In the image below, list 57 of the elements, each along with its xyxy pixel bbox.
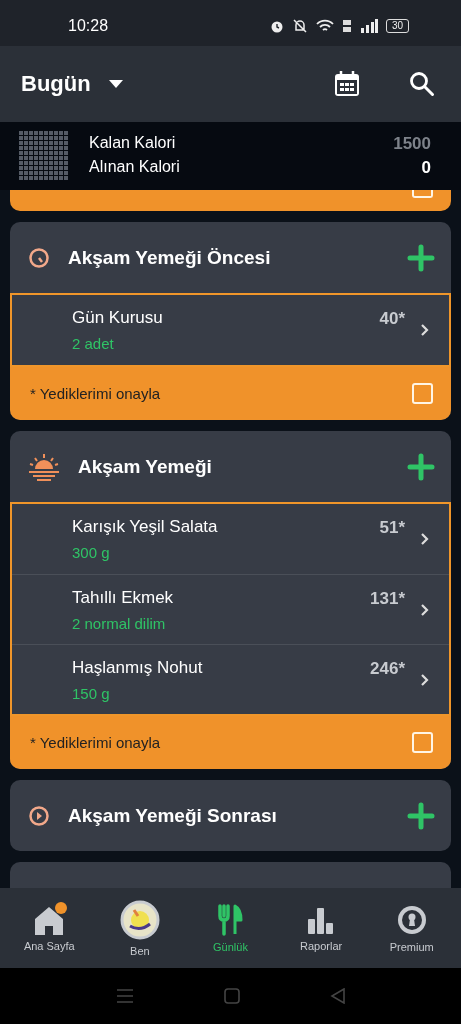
confirm-label: * Yediklerimi onayla xyxy=(30,734,162,751)
sunset-icon xyxy=(28,451,60,482)
wifi-icon xyxy=(315,19,334,33)
confirm-checkbox[interactable] xyxy=(412,732,433,753)
summary-label: Kalan Kalori xyxy=(89,134,176,153)
confirm-label: * Yediklerimi onayla xyxy=(30,385,162,402)
dropdown-caret-icon[interactable] xyxy=(108,80,123,88)
food-name: Haşlanmış Nohut xyxy=(72,657,204,678)
confirm-checkbox[interactable] xyxy=(412,190,433,198)
nav-tab[interactable]: Raporlar xyxy=(277,903,366,953)
add-icon[interactable] xyxy=(407,243,435,272)
nav-tab[interactable]: Premium xyxy=(367,902,456,954)
chevron-right-icon[interactable] xyxy=(419,672,429,687)
fork-knife-icon xyxy=(217,903,244,936)
summary-value: 0 xyxy=(421,158,431,178)
food-calories: 51* xyxy=(379,518,405,538)
summary-value: 1500 xyxy=(393,134,431,154)
food-row[interactable]: Tahıllı Ekmek 2 normal dilim 131* xyxy=(12,574,449,644)
food-row[interactable]: Gün Kurusu 2 adet 40* xyxy=(12,295,449,365)
summary-label: Alınan Kalori xyxy=(89,158,180,177)
nav-tab[interactable]: Ben xyxy=(95,898,184,958)
clock-icon xyxy=(28,246,50,269)
signal-icon xyxy=(359,19,378,33)
food-row[interactable]: Karışık Yeşil Salata 300 g 51* xyxy=(12,504,449,574)
food-name: Tahıllı Ekmek xyxy=(72,587,175,608)
add-icon[interactable] xyxy=(407,452,435,481)
home-icon xyxy=(33,904,66,935)
chevron-right-icon[interactable] xyxy=(419,323,429,337)
chevron-right-icon[interactable] xyxy=(419,532,429,546)
meal-title: Akşam Yemeği Öncesi xyxy=(68,246,272,269)
keyhole-badge-icon xyxy=(395,903,428,936)
status-time: 10:28 xyxy=(68,17,109,35)
food-calories: 131* xyxy=(370,589,405,609)
nav-tab[interactable]: Ana Sayfa xyxy=(5,903,94,953)
confirm-checkbox[interactable] xyxy=(412,383,433,404)
alarm-icon xyxy=(269,19,284,33)
food-amount: 2 normal dilim xyxy=(72,614,167,632)
food-name: Gün Kurusu xyxy=(72,308,164,328)
notification-dot xyxy=(55,901,68,914)
date-title[interactable]: Bugün xyxy=(21,71,91,97)
food-calories: 40* xyxy=(379,309,405,329)
nav-tab[interactable]: Günlük xyxy=(186,902,275,954)
muted-bell-icon xyxy=(291,19,308,33)
dot-grid-icon xyxy=(19,131,69,181)
food-row[interactable]: Haşlanmış Nohut 150 g 246* xyxy=(12,644,449,714)
meal-title: Akşam Yemeği Sonrası xyxy=(68,804,278,827)
food-name: Karışık Yeşil Salata xyxy=(72,517,219,537)
food-amount: 300 g xyxy=(72,544,111,561)
food-amount: 150 g xyxy=(72,684,111,702)
food-amount: 2 adet xyxy=(72,335,115,352)
chevron-right-icon[interactable] xyxy=(419,602,429,617)
meal-title: Akşam Yemeği xyxy=(78,455,213,478)
play-circle-icon xyxy=(28,804,50,827)
battery-level: 30 xyxy=(385,19,409,33)
volte-icon xyxy=(341,19,352,33)
add-icon[interactable] xyxy=(407,801,435,830)
food-calories: 246* xyxy=(370,659,405,679)
